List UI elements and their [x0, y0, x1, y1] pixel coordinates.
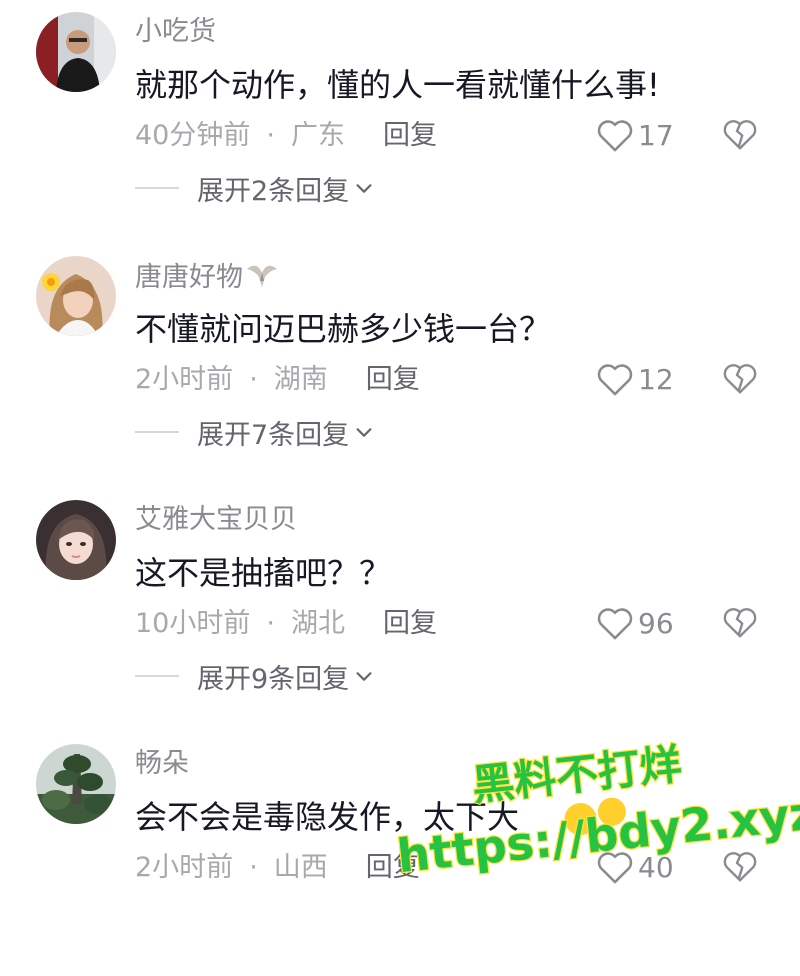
comment-time: 40分钟前 — [135, 120, 251, 151]
heart-icon — [597, 364, 633, 396]
username[interactable]: 艾雅大宝贝贝 — [135, 503, 297, 537]
like-button[interactable]: 17 — [596, 115, 674, 155]
dislike-button[interactable] — [722, 360, 758, 396]
expand-replies[interactable]: 展开2条回复 — [135, 170, 375, 207]
like-button[interactable]: 96 — [596, 603, 674, 643]
avatar[interactable] — [36, 256, 116, 336]
divider-line — [135, 431, 179, 433]
chevron-down-icon — [356, 428, 372, 437]
comment-item: 小吃货 就那个动作，懂的人一看就懂什么事! 40分钟前 · 广东 回复 17 展开2条… — [0, 0, 800, 244]
dislike-button[interactable] — [722, 116, 758, 152]
chevron-down-icon — [356, 672, 372, 681]
expand-replies[interactable]: 展开9条回复 — [135, 658, 375, 695]
expand-label: 展开2条回复 — [197, 175, 350, 207]
comment-item: 畅朵 会不会是毒隐发作，太下大 2小时前 · 山西 回复 40 — [0, 732, 800, 976]
comment-time: 2小时前 — [135, 852, 234, 883]
comment-item: 唐唐好物 不懂就问迈巴赫多少钱一台？ 2小时前 · 湖南 回复 12 展开7条回复 — [0, 244, 800, 488]
separator-dot: · — [249, 364, 258, 395]
separator-dot: · — [266, 120, 275, 151]
comment-location: 山西 — [273, 852, 328, 883]
chevron-down-icon — [356, 184, 372, 193]
username[interactable]: 畅朵 — [135, 747, 189, 781]
heart-icon — [597, 852, 633, 884]
divider-line — [135, 675, 179, 677]
separator-dot: · — [266, 608, 275, 639]
avatar[interactable] — [36, 500, 116, 580]
comment-item: 艾雅大宝贝贝 这不是抽搐吧？？ 10小时前 · 湖北 回复 96 展开9条回复 — [0, 488, 800, 732]
broken-heart-icon — [723, 852, 757, 882]
broken-heart-icon — [723, 364, 757, 394]
avatar[interactable] — [36, 744, 116, 824]
avatar[interactable] — [36, 12, 116, 92]
dislike-button[interactable] — [722, 604, 758, 640]
comment-text: 会不会是毒隐发作，太下大 — [135, 798, 520, 836]
like-count: 96 — [638, 606, 674, 640]
reply-button[interactable]: 回复 — [366, 364, 420, 395]
broken-heart-icon — [723, 120, 757, 150]
username[interactable]: 小吃货 — [135, 15, 216, 49]
like-button[interactable]: 12 — [596, 359, 674, 399]
username[interactable]: 唐唐好物 — [135, 259, 279, 298]
comment-location: 湖北 — [290, 608, 345, 639]
dislike-button[interactable] — [722, 848, 758, 884]
comment-meta: 40分钟前 · 广东 回复 — [135, 118, 437, 154]
reply-button[interactable]: 回复 — [383, 608, 437, 639]
heart-icon — [597, 120, 633, 152]
expand-label: 展开7条回复 — [197, 419, 350, 451]
comment-meta: 2小时前 · 山西 回复 — [135, 850, 420, 886]
reply-button[interactable]: 回复 — [366, 852, 420, 883]
like-count: 12 — [638, 362, 674, 396]
heart-icon — [597, 608, 633, 640]
comment-location: 广东 — [290, 120, 345, 151]
comment-text: 这不是抽搐吧？？ — [135, 554, 392, 592]
like-count: 17 — [638, 118, 674, 152]
comment-location: 湖南 — [273, 364, 328, 395]
like-button[interactable]: 40 — [596, 847, 674, 887]
comment-text: 不懂就问迈巴赫多少钱一台？ — [135, 310, 552, 348]
expand-replies[interactable]: 展开7条回复 — [135, 414, 375, 451]
comment-time: 2小时前 — [135, 364, 234, 395]
comment-text: 就那个动作，懂的人一看就懂什么事! — [135, 66, 660, 104]
like-count: 40 — [638, 850, 674, 884]
comment-meta: 2小时前 · 湖南 回复 — [135, 362, 420, 398]
divider-line — [135, 187, 179, 189]
comment-meta: 10小时前 · 湖北 回复 — [135, 606, 437, 642]
broken-heart-icon — [723, 608, 757, 638]
eagle-badge-icon — [245, 259, 279, 298]
comment-time: 10小时前 — [135, 608, 251, 639]
expand-label: 展开9条回复 — [197, 663, 350, 695]
separator-dot: · — [249, 852, 258, 883]
reply-button[interactable]: 回复 — [383, 120, 437, 151]
